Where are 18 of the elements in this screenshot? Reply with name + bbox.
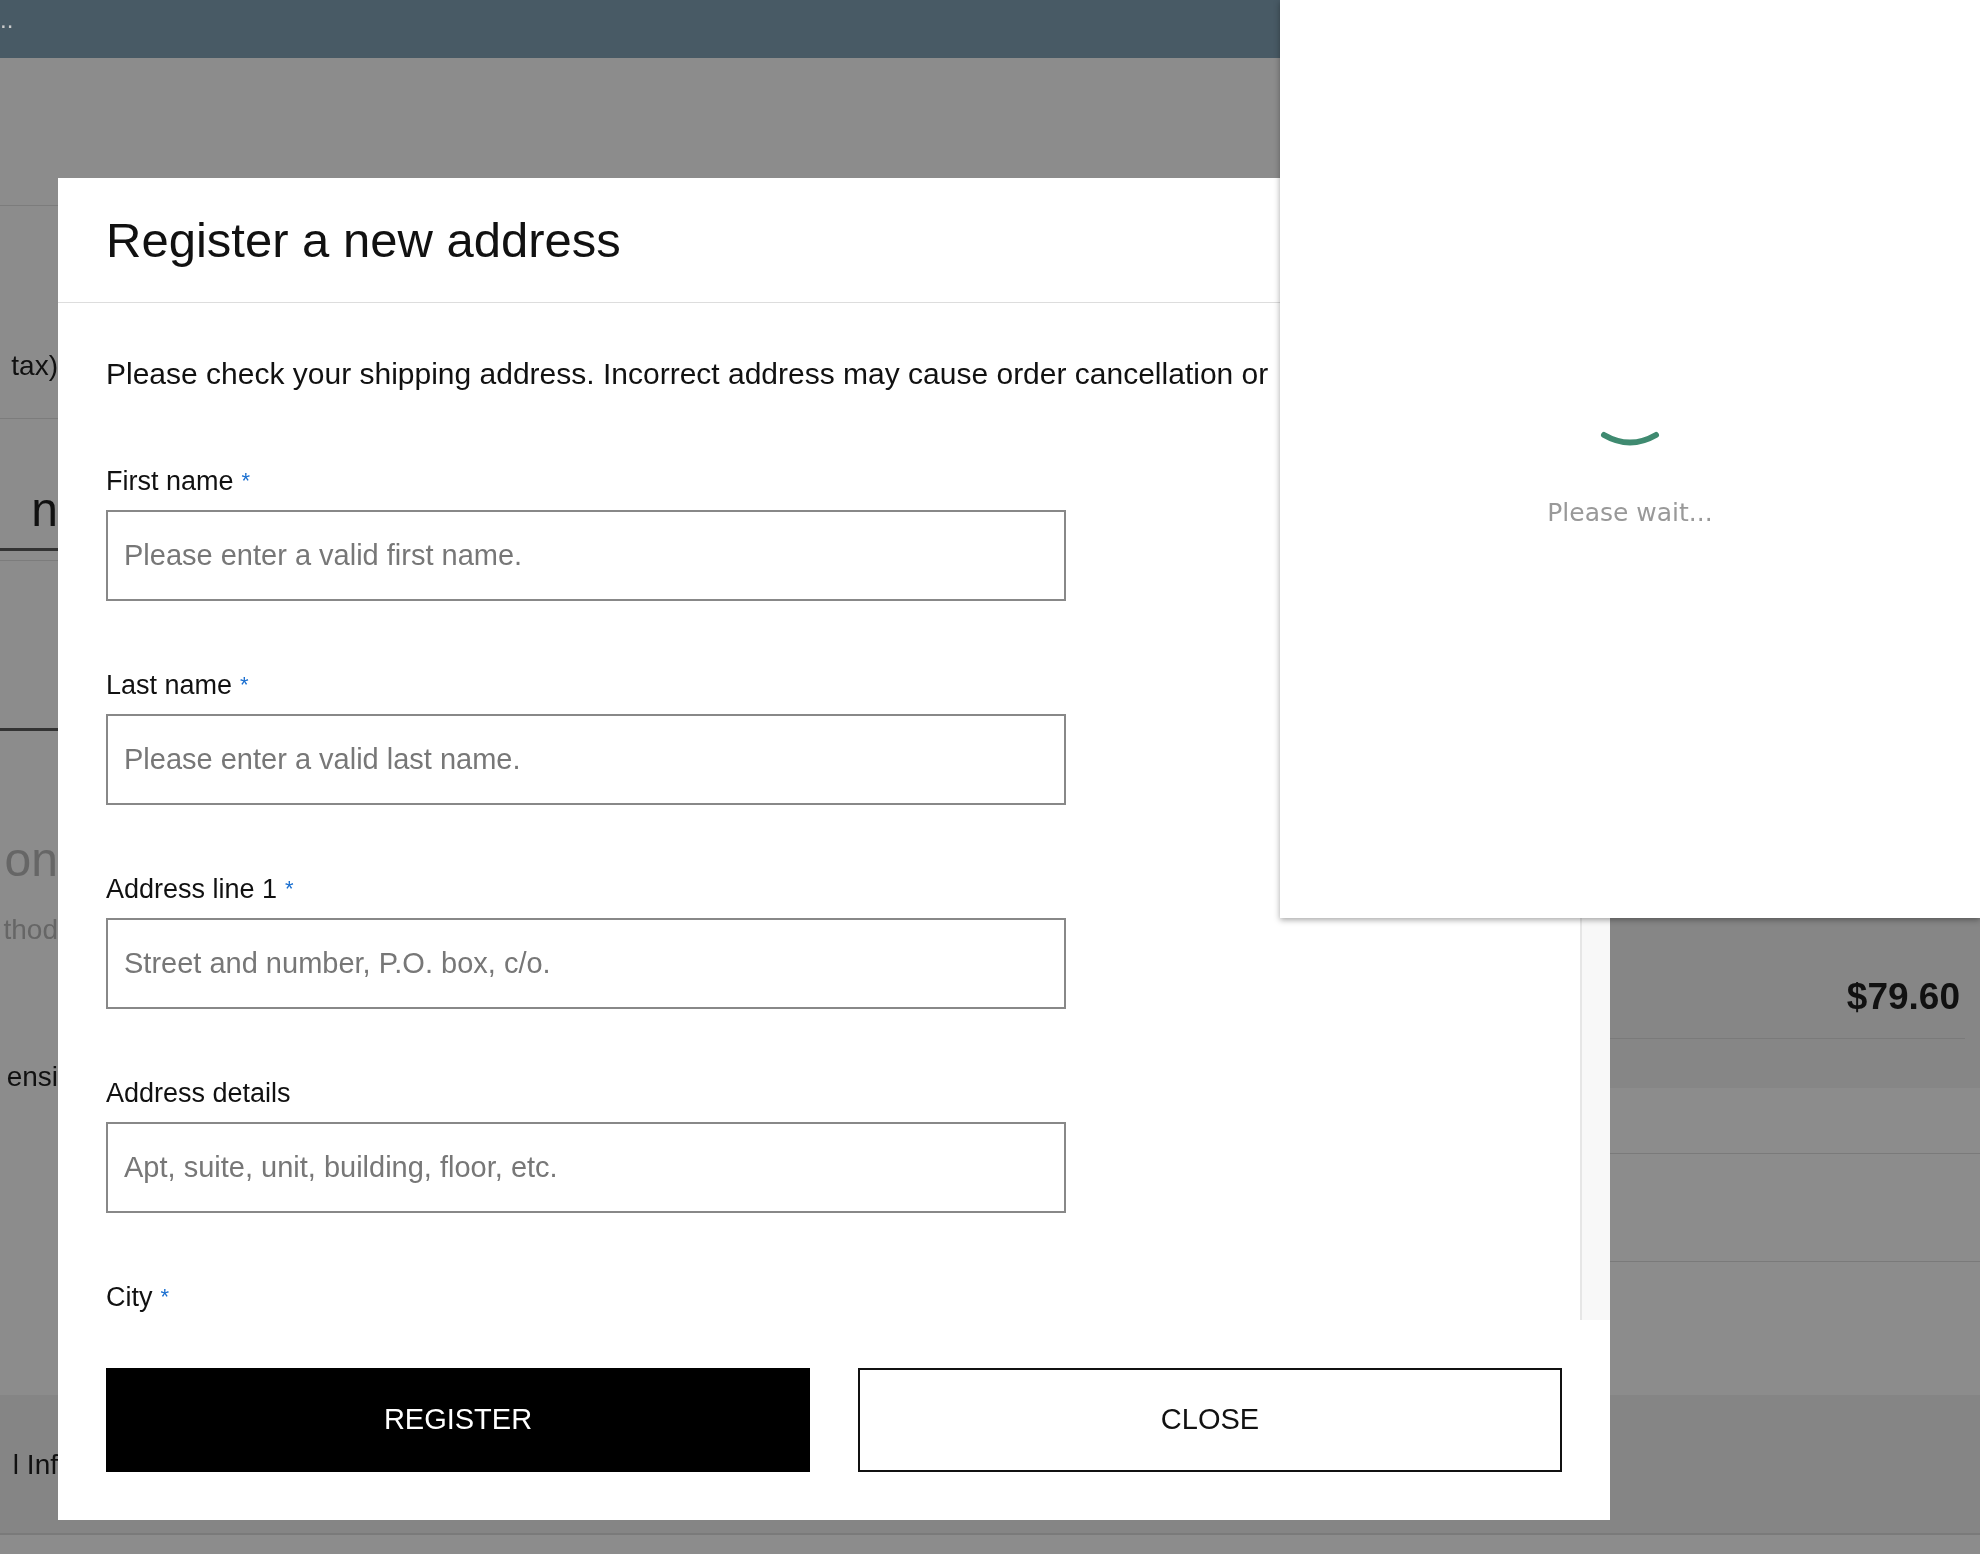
required-mark: * — [160, 1283, 170, 1311]
top-bar-text: .. — [0, 6, 14, 33]
field-label: Address details — [106, 1077, 291, 1110]
page-text: ensi — [6, 1060, 58, 1094]
dialog-title: Register a new address — [106, 211, 621, 269]
page-text: l Inf — [12, 1448, 58, 1482]
field-label: City — [106, 1281, 153, 1314]
field-label: Last name — [106, 669, 233, 702]
notice-text: Please check your shipping address. Incorrect address may cause order cancellation or — [106, 356, 1270, 392]
required-mark: * — [240, 671, 249, 699]
field-label: Address line 1 — [106, 873, 278, 906]
required-mark: * — [285, 875, 294, 903]
required-mark: * — [241, 467, 251, 495]
total-amount: $79.60 — [1846, 975, 1960, 1019]
loading-message: Please wait... — [1547, 497, 1713, 529]
field-label: First name — [106, 465, 234, 498]
section-heading: n — [31, 482, 58, 538]
page-text: tax) — [11, 349, 58, 383]
